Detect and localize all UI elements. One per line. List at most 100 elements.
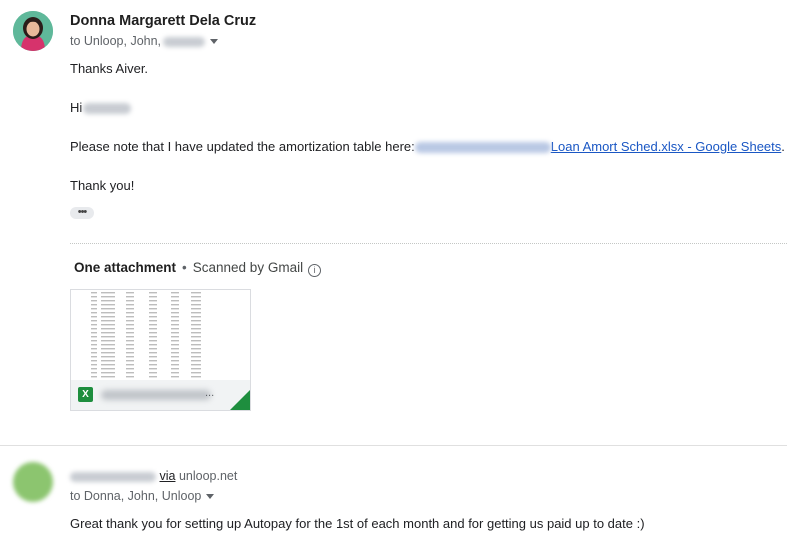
thumbnail-cell: [149, 336, 157, 338]
thumbnail-cell: [171, 320, 179, 322]
thumbnail-cell: [101, 368, 115, 370]
thumbnail-cell: [126, 296, 134, 298]
thumbnail-cell: [171, 332, 179, 334]
message-divider: [0, 445, 787, 446]
filename-ellipsis: ...: [205, 387, 215, 399]
sender-name[interactable]: Donna Margarett Dela Cruz: [70, 13, 256, 29]
thumbnail-cell: [126, 356, 134, 358]
thumbnail-cell: [101, 312, 115, 314]
message-greeting: Thanks Aiver.: [70, 61, 149, 76]
thumbnail-cell: [126, 336, 134, 338]
info-icon[interactable]: i: [308, 264, 322, 277]
thumbnail-cell: [171, 292, 179, 294]
thumbnail-cell: [126, 332, 134, 334]
thumbnail-cell: [191, 316, 201, 318]
thumbnail-cell: [101, 332, 115, 334]
thumbnail-cell: [171, 344, 179, 346]
thumbnail-cell: [101, 304, 115, 306]
thumbnail-cell: [126, 360, 134, 362]
thumbnail-cell: [126, 308, 134, 310]
thumbnail-cell: [149, 348, 157, 350]
thumbnail-cell: [126, 372, 134, 374]
thumbnail-cell: [101, 360, 115, 362]
thumbnail-cell: [191, 368, 201, 370]
thumbnail-cell: [149, 360, 157, 362]
redacted-recipient: [163, 36, 206, 47]
thumbnail-cell: [126, 328, 134, 330]
chevron-down-icon[interactable]: [206, 494, 215, 500]
thumbnail-cell: [191, 328, 201, 330]
thumbnail-cell: [149, 296, 157, 298]
thumbnail-cell: [91, 372, 97, 374]
thumbnail-cell: [126, 368, 134, 370]
thumbnail-cell: [191, 312, 201, 314]
thumbnail-cell: [101, 376, 115, 378]
thumbnail-cell: [101, 340, 115, 342]
thumbnail-cell: [149, 356, 157, 358]
message-note-line: Please note that I have updated the amor…: [70, 139, 785, 154]
thumbnail-cell: [191, 296, 201, 298]
thumbnail-cell: [191, 300, 201, 302]
thumbnail-cell: [191, 348, 201, 350]
sender-avatar[interactable]: [13, 11, 53, 51]
thumbnail-cell: [171, 372, 179, 374]
thumbnail-cell: [91, 308, 97, 310]
thumbnail-cell: [149, 340, 157, 342]
thumbnail-cell: [126, 320, 134, 322]
thumbnail-cell: [126, 292, 134, 294]
thumbnail-cell: [126, 340, 134, 342]
sheets-corner-icon: [230, 390, 250, 410]
thumbnail-cell: [91, 356, 97, 358]
thumbnail-cell: [149, 376, 157, 378]
sender-2-line[interactable]: via unloop.net: [70, 469, 237, 483]
thumbnail-cell: [191, 340, 201, 342]
thumbnail-cell: [191, 372, 201, 374]
thumbnail-cell: [171, 296, 179, 298]
thumbnail-cell: [171, 340, 179, 342]
recipients-line-2[interactable]: to Donna, John, Unloop: [70, 489, 215, 503]
thumbnail-cell: [171, 360, 179, 362]
thumbnail-cell: [191, 304, 201, 306]
message-hi-line: Hi: [70, 100, 132, 115]
thumbnail-cell: [91, 332, 97, 334]
note-suffix: .: [781, 139, 785, 154]
thumbnail-cell: [126, 316, 134, 318]
thumbnail-cell: [101, 308, 115, 310]
redacted-name: [83, 103, 132, 115]
thumbnail-cell: [126, 312, 134, 314]
thumbnail-cell: [171, 348, 179, 350]
thumbnail-cell: [126, 352, 134, 354]
thumbnail-cell: [191, 336, 201, 338]
sheet-link[interactable]: Loan Amort Sched.xlsx - Google Sheets: [551, 139, 782, 154]
show-trimmed-content-button[interactable]: •••: [70, 207, 94, 219]
thumbnail-cell: [101, 348, 115, 350]
attachment-header: One attachment • Scanned by Gmail i: [74, 260, 322, 277]
redacted-link-part[interactable]: [414, 142, 551, 154]
thumbnail-cell: [149, 328, 157, 330]
thumbnail-cell: [91, 324, 97, 326]
thumbnail-cell: [91, 364, 97, 366]
thumbnail-cell: [149, 304, 157, 306]
hi-text: Hi: [70, 100, 83, 115]
chevron-down-icon[interactable]: [210, 39, 219, 45]
thumbnail-cell: [149, 344, 157, 346]
thumbnail-cell: [91, 344, 97, 346]
thumbnail-cell: [171, 316, 179, 318]
thumbnail-cell: [171, 300, 179, 302]
thumbnail-cell: [149, 372, 157, 374]
recipients-line[interactable]: to Unloop, John,: [70, 34, 219, 48]
thumbnail-cell: [101, 324, 115, 326]
thumbnail-cell: [101, 292, 115, 294]
thumbnail-cell: [101, 300, 115, 302]
attachment-footer: X ...: [71, 380, 250, 410]
thumbnail-cell: [191, 352, 201, 354]
thumbnail-cell: [191, 332, 201, 334]
thumbnail-cell: [126, 364, 134, 366]
thumbnail-cell: [101, 344, 115, 346]
thumbnail-cell: [101, 336, 115, 338]
sender-avatar-2[interactable]: [13, 462, 53, 502]
redacted-filename: [101, 390, 211, 400]
thumbnail-cell: [191, 356, 201, 358]
thumbnail-cell: [91, 304, 97, 306]
attachment-card[interactable]: X ...: [70, 289, 251, 411]
